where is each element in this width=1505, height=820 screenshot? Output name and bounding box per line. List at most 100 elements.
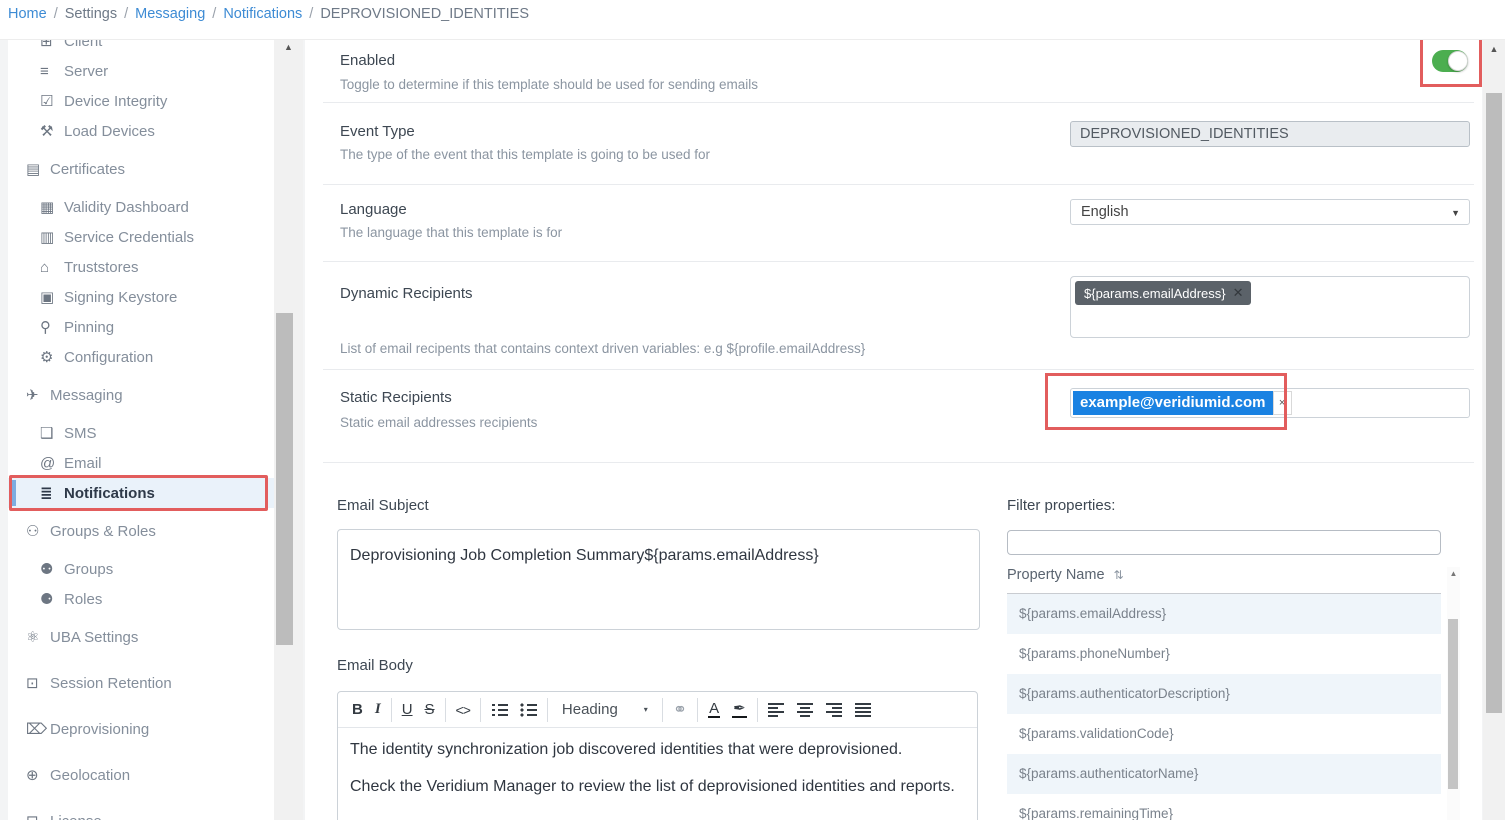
sidebar-item-groups[interactable]: ⚉ Groups [8,554,274,584]
enabled-toggle[interactable] [1432,50,1468,72]
property-name-column-header[interactable]: Property Name ⇅ [1007,567,1441,594]
breadcrumb-link[interactable]: Notifications [223,6,302,22]
notifications-icon: ≣ [40,484,64,502]
sidebar-item-configuration[interactable]: ⚙ Configuration [8,342,274,372]
sidebar-item-session-retention[interactable]: ⊡ Session Retention [8,668,274,698]
align-justify-button[interactable] [855,702,872,717]
toggle-knob [1448,51,1468,71]
link-button[interactable]: ⚭ [673,700,687,720]
sidebar-item-device-integrity[interactable]: ☑ Device Integrity [8,86,274,116]
underline-button[interactable]: U [402,701,413,718]
toolbar-divider [445,698,446,722]
ordered-list-button[interactable] [491,702,508,717]
align-left-button[interactable] [768,702,785,717]
sms-icon: ❑ [40,424,64,442]
sidebar-item-truststores[interactable]: ⌂ Truststores [8,252,274,282]
remove-chip-icon[interactable]: ✕ [1233,285,1244,301]
language-description: The language that this template is for [340,225,1474,240]
chevron-down-icon: ▾ [644,705,648,714]
breadcrumb-separator: / [54,6,58,22]
configuration-icon: ⚙ [40,348,64,366]
filter-properties-input[interactable] [1007,530,1441,555]
static-recipients-input[interactable]: example@veridiumid.com × [1070,388,1470,418]
breadcrumb-link: Settings [65,6,117,22]
groups-icon: ⚉ [40,560,64,578]
groups-roles-icon: ⚇ [26,522,50,540]
toolbar-divider [662,698,663,722]
properties-table: ${params.emailAddress}${params.phoneNumb… [1007,594,1441,820]
server-icon: ≡ [40,63,64,80]
strikethrough-button[interactable]: S [425,701,435,718]
sidebar-item-signing-keystore[interactable]: ▣ Signing Keystore [8,282,274,312]
event-type-row: Event Type The type of the event that th… [323,103,1474,185]
breadcrumb-separator: / [212,6,216,22]
sidebar-item-service-credentials[interactable]: ▥ Service Credentials [8,222,274,252]
properties-scrollbar-thumb[interactable] [1448,619,1458,789]
scroll-up-icon[interactable]: ▲ [1483,44,1505,54]
sidebar-scrollbar-thumb[interactable] [276,313,293,645]
sidebar-item-certificates[interactable]: ▤ Certificates [8,154,274,184]
signing-keystore-icon: ▣ [40,288,64,306]
heading-select[interactable]: Heading ▾ [562,701,648,718]
property-row[interactable]: ${params.authenticatorDescription} [1007,674,1441,714]
property-row[interactable]: ${params.validationCode} [1007,714,1441,754]
sidebar-item-load-devices[interactable]: ⚒ Load Devices [8,116,274,146]
dynamic-recipients-row: Dynamic Recipients List of email recipen… [323,262,1474,370]
toolbar-divider [757,698,758,722]
properties-table-scrollbar[interactable]: ▲ [1447,567,1460,820]
breadcrumb-link: DEPROVISIONED_IDENTITIES [320,6,529,22]
email-body-label: Email Body [337,657,413,674]
service-credentials-icon: ▥ [40,228,64,246]
email-subject-input[interactable]: Deprovisioning Job Completion Summary${p… [337,529,980,630]
italic-button[interactable]: I [375,701,381,718]
text-color-button[interactable]: A [708,701,720,718]
main-scrollbar[interactable]: ▲ [1483,40,1505,820]
main-scrollbar-thumb[interactable] [1486,93,1502,713]
enabled-label: Enabled [340,52,1474,69]
sidebar-item-geolocation[interactable]: ⊕ Geolocation [8,760,274,790]
sidebar-item-email[interactable]: @ Email [8,448,274,478]
language-row: Language The language that this template… [323,185,1474,262]
language-select[interactable]: English ▼ [1070,199,1470,225]
align-right-button[interactable] [826,702,843,717]
sidebar-item-license[interactable]: ⊟ License [8,806,274,820]
bullet-list-button[interactable] [520,702,537,717]
sidebar-item-sms[interactable]: ❑ SMS [8,418,274,448]
filter-properties-label: Filter properties: [1007,497,1115,514]
email-body-content[interactable]: The identity synchronization job discove… [338,728,977,820]
code-view-button[interactable]: <> [456,702,470,718]
toolbar-divider [480,698,481,722]
breadcrumb-link[interactable]: Home [8,6,47,22]
sidebar-item-validity-dashboard[interactable]: ▦ Validity Dashboard [8,192,274,222]
enabled-description: Toggle to determine if this template sho… [340,77,1474,92]
deprovisioning-icon: ⌦ [26,720,50,738]
settings-sidebar: ⊞ Client ≡ Server ☑ Device Integrity ⚒ L… [8,40,274,820]
sidebar-item-server[interactable]: ≡ Server [8,56,274,86]
property-row[interactable]: ${params.authenticatorName} [1007,754,1441,794]
dynamic-recipients-input[interactable]: ${params.emailAddress} ✕ [1070,276,1470,338]
sidebar-scrollbar[interactable]: ▲ [274,40,303,820]
sidebar-item-messaging[interactable]: ✈ Messaging [8,380,274,410]
sidebar-item-notifications[interactable]: ≣ Notifications [8,478,274,508]
fill-color-button[interactable]: ✒ [732,701,747,718]
bold-button[interactable]: B [352,701,363,718]
property-name-header-text: Property Name [1007,567,1105,583]
sidebar-item-roles[interactable]: ⚈ Roles [8,584,274,614]
scroll-up-icon[interactable]: ▲ [274,42,303,52]
remove-chip-icon[interactable]: × [1273,391,1292,415]
sidebar-item-pinning[interactable]: ⚲ Pinning [8,312,274,342]
email-subject-label: Email Subject [337,497,429,514]
property-row[interactable]: ${params.remainingTime} [1007,794,1441,820]
sidebar-item-client[interactable]: ⊞ Client [8,40,274,56]
property-row[interactable]: ${params.phoneNumber} [1007,634,1441,674]
property-row[interactable]: ${params.emailAddress} [1007,594,1441,634]
breadcrumb-item-notifications: Notifications / [223,6,320,22]
scroll-up-icon[interactable]: ▲ [1447,569,1460,578]
breadcrumb-link[interactable]: Messaging [135,6,205,22]
sidebar-item-deprovisioning[interactable]: ⌦ Deprovisioning [8,714,274,744]
chevron-down-icon: ▼ [1451,200,1460,226]
sidebar-item-uba-settings[interactable]: ⚛ UBA Settings [8,622,274,652]
align-center-button[interactable] [797,702,814,717]
sidebar-item-groups-roles[interactable]: ⚇ Groups & Roles [8,516,274,546]
breadcrumb-item-current: DEPROVISIONED_IDENTITIES / [320,6,529,22]
